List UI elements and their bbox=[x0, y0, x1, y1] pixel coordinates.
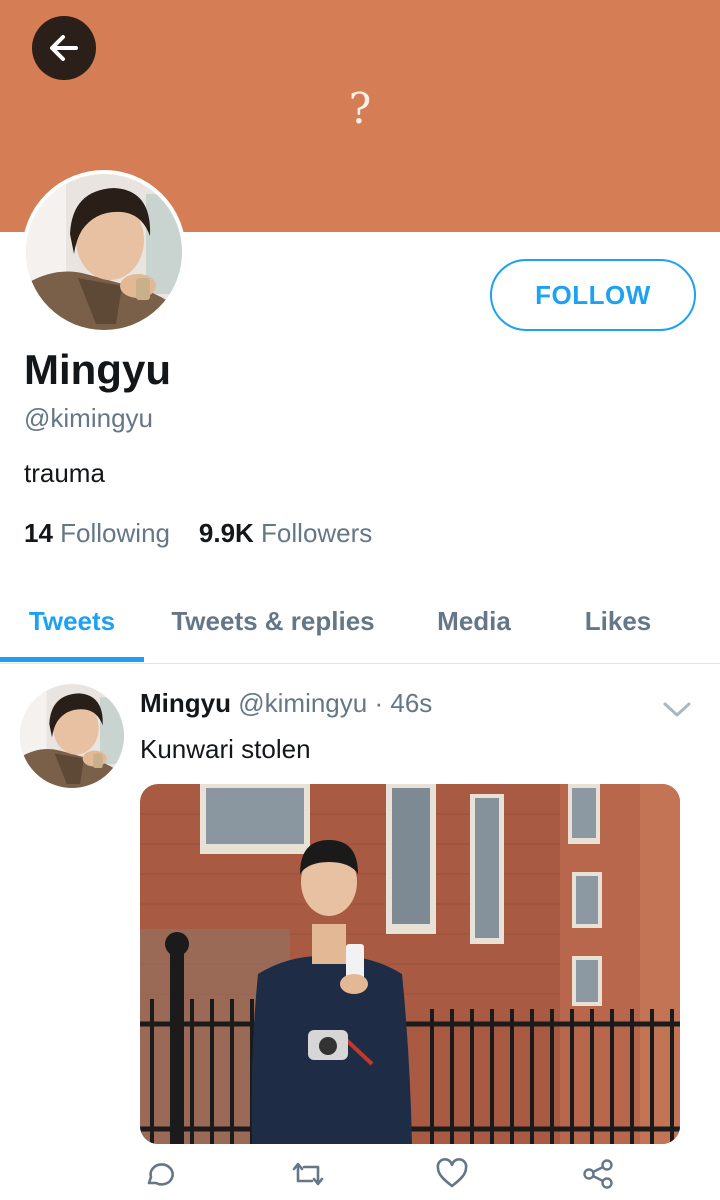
tweet-author-handle[interactable]: @kimingyu bbox=[238, 688, 367, 718]
profile-handle: @kimingyu bbox=[24, 403, 153, 433]
share-button[interactable] bbox=[578, 1154, 618, 1194]
profile-tabs: Tweets Tweets & replies Media Likes bbox=[0, 580, 720, 664]
follow-button[interactable]: FOLLOW bbox=[490, 259, 696, 331]
profile-bio: trauma bbox=[24, 458, 105, 488]
profile-stats: 14 Following 9.9K Followers bbox=[24, 518, 372, 549]
tweet-text: Kunwari stolen bbox=[140, 734, 311, 764]
tab-tweets-replies[interactable]: Tweets & replies bbox=[152, 580, 394, 662]
tweet-separator: · bbox=[374, 688, 384, 718]
tweet-avatar-photo bbox=[20, 684, 124, 788]
like-button[interactable] bbox=[432, 1154, 472, 1194]
following-stat[interactable]: 14 Following bbox=[24, 518, 170, 548]
reply-button[interactable] bbox=[138, 1154, 178, 1194]
tweet-photo-image bbox=[140, 784, 680, 1144]
like-icon bbox=[436, 1158, 468, 1188]
profile-name: Mingyu bbox=[24, 346, 171, 393]
followers-label: Followers bbox=[261, 518, 373, 548]
retweet-button[interactable] bbox=[288, 1154, 328, 1194]
tweet-author-avatar[interactable] bbox=[20, 684, 124, 788]
tab-media[interactable]: Media bbox=[414, 580, 534, 662]
tweet-time[interactable]: 46s bbox=[390, 688, 432, 718]
share-icon bbox=[583, 1159, 613, 1189]
followers-count: 9.9K bbox=[198, 518, 254, 548]
tab-tweets[interactable]: Tweets bbox=[0, 580, 144, 662]
tweet-author-name[interactable]: Mingyu bbox=[140, 688, 231, 718]
tweet-header: Mingyu @kimingyu · 46s bbox=[140, 688, 432, 719]
reply-icon bbox=[147, 1163, 174, 1186]
tab-likes[interactable]: Likes bbox=[558, 580, 678, 662]
back-button[interactable] bbox=[32, 16, 96, 80]
followers-stat[interactable]: 9.9K Followers bbox=[199, 518, 372, 548]
active-tab-indicator bbox=[0, 657, 144, 662]
retweet-icon bbox=[292, 1162, 324, 1186]
avatar-photo bbox=[26, 174, 182, 330]
arrow-left-icon bbox=[50, 35, 78, 61]
profile-avatar[interactable] bbox=[22, 170, 186, 334]
chevron-down-icon[interactable] bbox=[660, 694, 694, 724]
following-label: Following bbox=[60, 518, 170, 548]
banner-placeholder-glyph: ? bbox=[348, 84, 372, 133]
tweet-photo[interactable] bbox=[140, 784, 680, 1144]
following-count: 14 bbox=[24, 518, 53, 548]
